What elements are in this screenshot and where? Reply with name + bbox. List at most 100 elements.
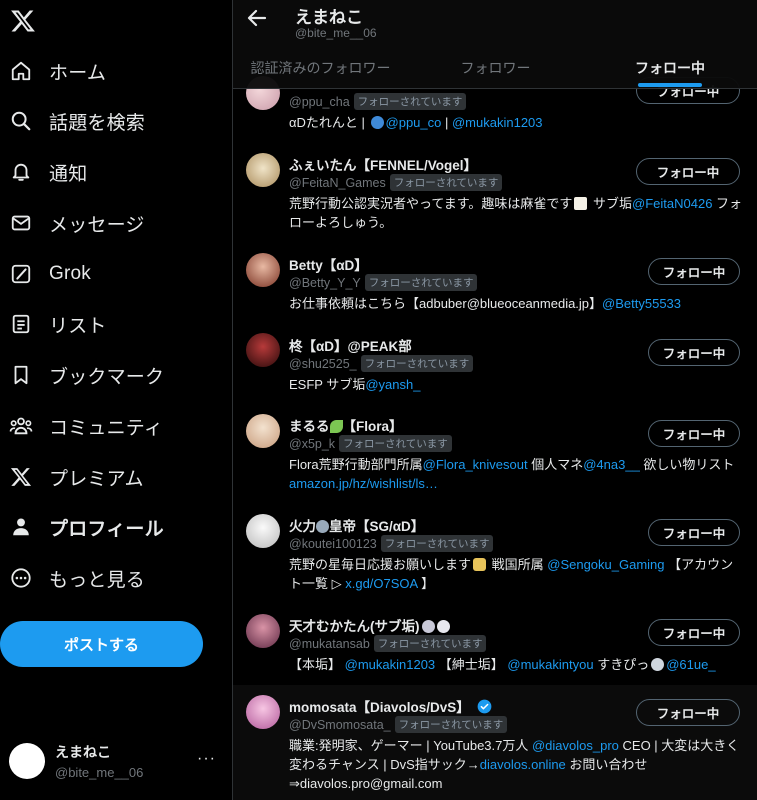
nav-grok[interactable]: Grok [0,250,230,298]
user-handle-line: @Betty_Y_Y フォローされています [289,274,478,291]
bio-link[interactable]: @Flora_knivesout [423,457,528,472]
back-arrow-icon[interactable] [245,6,269,30]
user-avatar[interactable] [246,514,280,548]
user-avatar[interactable] [246,153,280,187]
bio-link[interactable]: @4na3__ [583,457,640,472]
tab-verified-followers[interactable]: 認証済みのフォロワー [233,49,408,87]
active-tab-indicator [638,83,702,87]
user-name[interactable]: 柊【αD】@PEAK部 [289,335,412,355]
ring-emoji-icon [651,658,665,671]
user-avatar[interactable] [246,414,280,448]
user-name[interactable]: momosata【Diavolos/DvS】 [289,696,492,716]
following-button[interactable]: フォロー中 [648,420,740,447]
user-name[interactable]: Betty【αD】 [289,254,368,274]
follows-you-badge: フォローされています [380,535,494,552]
tab-following[interactable]: フォロー中 [583,49,757,87]
bio-link[interactable]: amazon.jp/hz/wishlist/ls… [289,476,438,491]
user-avatar[interactable] [246,253,280,287]
following-button[interactable]: フォロー中 [648,619,740,646]
bio-link[interactable]: @FeitaN0426 [632,196,712,211]
bio-text: αDたれんと | [289,115,369,130]
following-button[interactable]: フォロー中 [636,699,740,726]
bio-text: 個人マネ [527,457,584,472]
following-button[interactable]: フォロー中 [648,339,740,366]
verified-badge-icon[interactable] [477,699,492,714]
user-handle: @Betty_Y_Y [289,275,361,290]
more-options-icon[interactable]: ··· [197,750,216,768]
user-handle: @DvSmomosata_ [289,717,391,732]
following-button[interactable]: フォロー中 [636,158,740,185]
nav-profile[interactable]: プロフィール [0,503,230,551]
bio-link[interactable]: @ppu_co [386,115,442,130]
nav-bookmarks[interactable]: ブックマーク [0,351,230,399]
user-name[interactable]: ふぇいたん【FENNEL/Vogel】 [289,154,477,174]
following-button[interactable]: フォロー中 [648,258,740,285]
post-button[interactable]: ポストする [0,621,203,667]
nav-notifications[interactable]: 通知 [0,148,230,196]
bio-link[interactable]: @61ue_ [666,657,715,672]
nav-premium[interactable]: プレミアム [0,453,230,501]
user-row[interactable]: 柊【αD】@PEAK部 @shu2525_ フォローされています ESFP サブ… [233,325,757,405]
bio-link[interactable]: @diavolos_pro [532,738,619,753]
profile-header: えまねこ @bite_me__06 認証済みのフォロワー フォロワー フォロー中 [233,0,757,89]
bio-link[interactable]: x.gd/O7SOA [345,576,417,591]
bio-text: Flora荒野行動部門所属 [289,457,423,472]
user-row[interactable]: 火力 皇帝【SG/αD】 @koutei100123 フォローされています 荒野の… [233,505,757,605]
bio-text: ESFP サブ垢 [289,377,366,392]
user-handle-line: @mukatansab フォローされています [289,635,487,652]
user-handle-line: @shu2525_ フォローされています [289,355,474,372]
account-switcher[interactable]: えまねこ @bite_me__06 ··· [0,736,232,786]
bio-link[interactable]: @Betty55533 [602,296,681,311]
bio-link[interactable]: @mukakin1203 [452,115,543,130]
tab-label: フォロワー [460,60,531,76]
bio-text: 荒野行動公認実況者やってます。趣味は麻雀です [289,196,573,211]
leaf-emoji-icon [329,420,343,433]
user-name[interactable]: まるる 【Flora】 [289,415,403,435]
user-avatar[interactable] [246,333,280,367]
bio-link[interactable]: @Sengoku_Gaming [547,557,664,572]
user-avatar[interactable] [246,614,280,648]
nav-lists[interactable]: リスト [0,300,230,348]
user-bio: お仕事依頼はこちら【adbuber@blueoceanmedia.jp】@Bet… [289,294,744,313]
bio-text: 【紳士垢】 [435,657,508,672]
nav-explore[interactable]: 話題を検索 [0,97,230,145]
community-icon [9,414,33,438]
user-handle-line: @x5p_k フォローされています [289,435,452,452]
user-row[interactable]: momosata【Diavolos/DvS】 @DvSmomosata_ フォロ… [233,685,757,800]
user-name[interactable]: 天才むかたん(サブ垢) [289,615,450,635]
x-logo-icon[interactable] [10,8,36,34]
following-button[interactable]: フォロー中 [648,519,740,546]
nav-messages[interactable]: メッセージ [0,199,230,247]
bio-text: サブ垢 [589,196,633,211]
user-bio: 【本垢】 @mukakin1203 【紳士垢】 @mukakintyou すきぴ… [289,655,744,674]
mahjong-tile-emoji-icon [574,197,588,210]
nav-label-premium: プレミアム [49,468,144,490]
user-avatar[interactable] [246,695,280,729]
nav-home[interactable]: ホーム [0,47,230,95]
tab-label: 認証済みのフォロワー [250,60,391,76]
more-circle-icon [9,566,33,590]
celebration-emoji-icon [473,558,487,571]
bookmark-icon [9,363,33,387]
tab-followers[interactable]: フォロワー [408,49,583,87]
bio-link[interactable]: @mukakin1203 [345,657,436,672]
bio-text: 】 [417,576,435,591]
user-row[interactable]: Betty【αD】 @Betty_Y_Y フォローされています お仕事依頼はこち… [233,244,757,324]
bio-link[interactable]: diavolos.online [480,757,566,772]
nav-more[interactable]: もっと見る [0,554,230,602]
nav-label-lists: リスト [49,315,107,337]
follows-you-badge: フォローされています [339,435,452,452]
bio-link[interactable]: @mukakintyou [507,657,593,672]
user-row[interactable]: まるる 【Flora】 @x5p_k フォローされています Flora荒野行動部門… [233,405,757,505]
user-row[interactable]: 天才むかたん(サブ垢) @mukatansab フォローされています 【本垢】 … [233,605,757,685]
user-name[interactable]: 火力 皇帝【SG/αD】 [289,515,424,535]
nav-communities[interactable]: コミュニティ [0,402,230,450]
nav-label-notifications: 通知 [49,163,88,185]
user-handle-line: @koutei100123 フォローされています [289,535,494,552]
user-row[interactable]: ふぇいたん【FENNEL/Vogel】 @FeitaN_Games フォローされ… [233,144,757,244]
user-handle-line: @DvSmomosata_ フォローされています [289,716,508,733]
user-handle: @FeitaN_Games [289,175,386,190]
bio-link[interactable]: @yansh_ [365,377,420,392]
user-name-prefix: まるる [289,419,330,434]
main-column: えまねこ @bite_me__06 認証済みのフォロワー フォロワー フォロー中… [233,0,757,800]
